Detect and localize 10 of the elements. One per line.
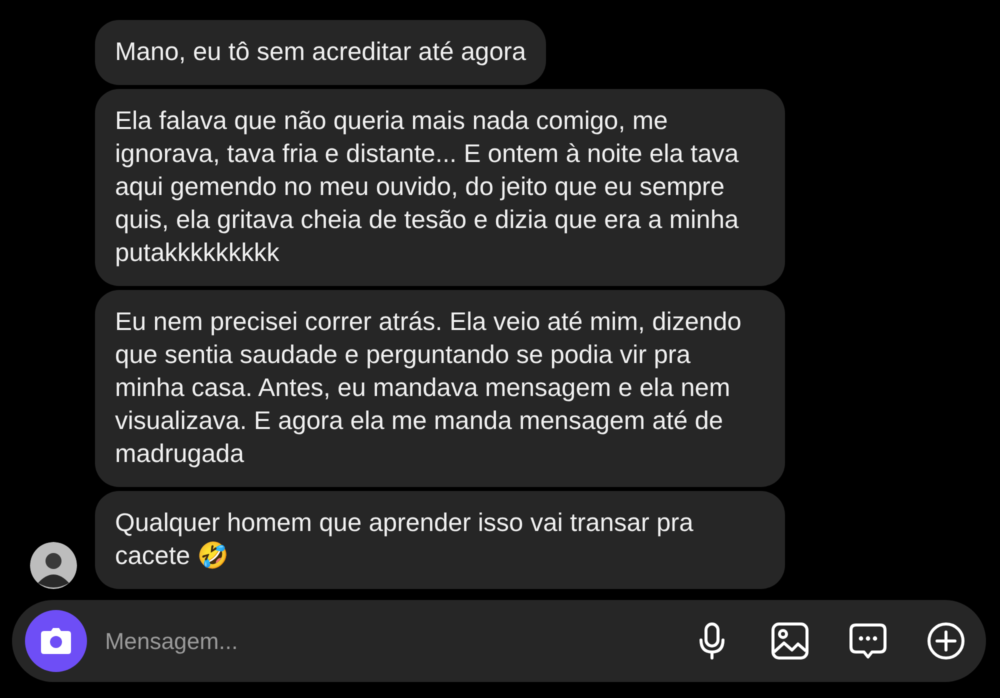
add-icon[interactable]: [926, 621, 966, 661]
message-bubble: Eu nem precisei correr atrás. Ela veio até mim, dizendo que sentia saudade e perguntando se podia vir pra minha casa. Antes, eu mandava mensagem e ela nem visualizava. E agora ela me manda mensagem até de madrugada: [95, 290, 785, 487]
camera-button[interactable]: [25, 610, 87, 672]
message-bubble: Ela falava que não queria mais nada comigo, me ignorava, tava fria e distante... E ontem à noite ela tava aqui gemendo no meu ouvido, do jeito que eu sempre quis, ela gritava cheia de tesão e dizia que era a minha putakkkkkkkkk: [95, 89, 785, 286]
chat-icon[interactable]: [848, 621, 888, 661]
message-bubble: Mano, eu tô sem acreditar até agora: [95, 20, 546, 85]
image-icon[interactable]: [770, 621, 810, 661]
camera-icon: [41, 628, 71, 654]
avatar-icon[interactable]: [30, 542, 77, 589]
message-bubble: Qualquer homem que aprender isso vai transar pra cacete 🤣: [95, 491, 785, 589]
